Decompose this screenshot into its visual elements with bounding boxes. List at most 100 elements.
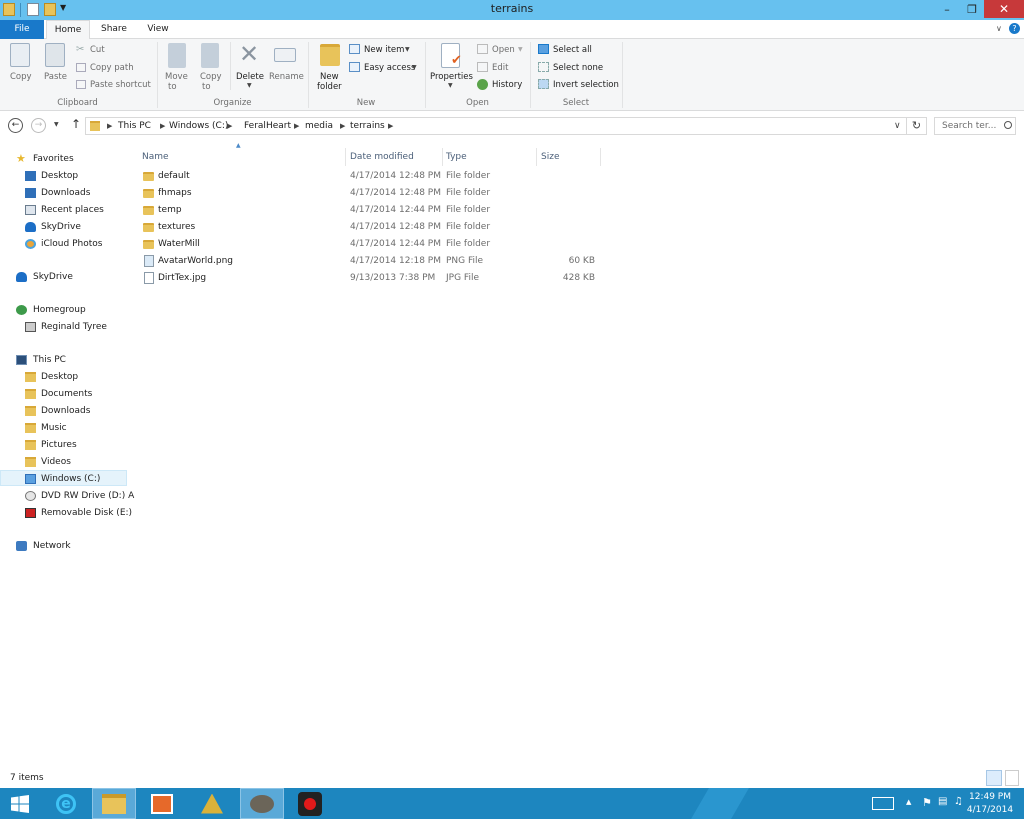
chevron-down-icon[interactable]: ∨ bbox=[894, 121, 901, 131]
breadcrumb-separator[interactable]: ▶ bbox=[227, 122, 232, 130]
file-row[interactable]: temp 4/17/2014 12:44 PM File folder bbox=[128, 202, 608, 219]
new-folder-button-line2[interactable]: folder bbox=[317, 82, 342, 92]
nav-skydrive[interactable]: SkyDrive bbox=[0, 269, 127, 285]
nav-favorites[interactable]: ★ Favorites bbox=[0, 151, 127, 167]
record-app-icon[interactable] bbox=[288, 788, 332, 819]
nav-favorites-desktop[interactable]: Desktop bbox=[0, 168, 127, 184]
breadcrumb-this-pc[interactable]: This PC bbox=[118, 121, 151, 131]
cut-button[interactable]: Cut bbox=[90, 45, 105, 55]
select-none-button[interactable]: Select none bbox=[553, 63, 603, 73]
search-icon[interactable] bbox=[1004, 121, 1012, 129]
delete-button[interactable]: Delete bbox=[236, 72, 264, 82]
network-icon[interactable]: ▤ bbox=[938, 796, 947, 807]
copy-to-button-line2[interactable]: to bbox=[202, 82, 211, 92]
volume-icon[interactable]: ♫ bbox=[954, 796, 963, 807]
chevron-down-icon[interactable]: ▼ bbox=[405, 46, 410, 53]
address-bar[interactable]: ▶ This PC ▶ Windows (C:) ▶ FeralHeart ▶ … bbox=[85, 117, 907, 135]
file-explorer-icon[interactable] bbox=[92, 788, 136, 819]
forward-button[interactable]: → bbox=[31, 118, 46, 133]
nav-homegroup-user[interactable]: Reginald Tyree bbox=[0, 319, 127, 335]
nav-pc-desktop[interactable]: Desktop bbox=[0, 369, 127, 385]
tab-view[interactable]: View bbox=[138, 20, 178, 39]
new-item-button[interactable]: New item bbox=[364, 45, 404, 55]
nav-favorites-downloads[interactable]: Downloads bbox=[0, 185, 127, 201]
open-button[interactable]: Open bbox=[492, 45, 515, 55]
chevron-down-icon[interactable]: ∨ bbox=[996, 24, 1002, 33]
file-row[interactable]: textures 4/17/2014 12:48 PM File folder bbox=[128, 219, 608, 236]
help-icon[interactable]: ? bbox=[1009, 23, 1020, 34]
invert-selection-button[interactable]: Invert selection bbox=[553, 80, 619, 90]
details-view-button[interactable] bbox=[986, 770, 1002, 786]
gimp-icon[interactable] bbox=[240, 788, 284, 819]
nav-pc-music[interactable]: Music bbox=[0, 420, 127, 436]
breadcrumb-separator[interactable]: ▶ bbox=[160, 122, 165, 130]
file-row[interactable]: AvatarWorld.png 4/17/2014 12:18 PM PNG F… bbox=[128, 253, 608, 270]
nav-this-pc[interactable]: This PC bbox=[0, 352, 127, 368]
nav-favorites-skydrive[interactable]: SkyDrive bbox=[0, 219, 127, 235]
file-row[interactable]: fhmaps 4/17/2014 12:48 PM File folder bbox=[128, 185, 608, 202]
copy-path-button[interactable]: Copy path bbox=[90, 63, 134, 73]
action-center-icon[interactable]: ⚑ bbox=[922, 796, 932, 809]
edit-button[interactable]: Edit bbox=[492, 63, 508, 73]
copy-button[interactable]: Copy bbox=[10, 72, 32, 82]
game-app-icon[interactable] bbox=[190, 788, 234, 819]
breadcrumb-separator[interactable]: ▶ bbox=[388, 122, 393, 130]
large-icons-view-button[interactable] bbox=[1005, 770, 1019, 786]
up-button[interactable]: ↑ bbox=[71, 117, 81, 131]
tab-file[interactable]: File bbox=[0, 20, 44, 39]
breadcrumb-media[interactable]: media bbox=[305, 121, 333, 131]
copy-to-button[interactable]: Copy bbox=[200, 72, 222, 82]
breadcrumb-separator[interactable]: ▶ bbox=[294, 122, 299, 130]
rename-button[interactable]: Rename bbox=[269, 72, 304, 82]
nav-pc-documents[interactable]: Documents bbox=[0, 386, 127, 402]
paste-shortcut-button[interactable]: Paste shortcut bbox=[90, 80, 151, 90]
chevron-down-icon[interactable]: ▼ bbox=[247, 82, 252, 89]
move-to-button-line2[interactable]: to bbox=[168, 82, 177, 92]
back-button[interactable]: ← bbox=[8, 118, 23, 133]
clock-date[interactable]: 4/17/2014 bbox=[966, 805, 1014, 815]
column-header-type[interactable]: Type bbox=[446, 148, 537, 166]
chevron-down-icon[interactable]: ▼ bbox=[412, 64, 417, 71]
store-icon[interactable] bbox=[140, 788, 184, 819]
breadcrumb-windows-c[interactable]: Windows (C:) bbox=[169, 121, 228, 131]
windows-start-button[interactable] bbox=[0, 788, 40, 819]
column-header-size[interactable]: Size bbox=[541, 148, 601, 166]
breadcrumb-feralheart[interactable]: FeralHeart bbox=[244, 121, 291, 131]
move-to-button[interactable]: Move bbox=[165, 72, 188, 82]
title-bar[interactable]: ▼ terrains – ❐ ✕ bbox=[0, 0, 1024, 20]
new-folder-button[interactable]: New bbox=[320, 72, 339, 82]
nav-homegroup[interactable]: Homegroup bbox=[0, 302, 127, 318]
file-row[interactable]: DirtTex.jpg 9/13/2013 7:38 PM JPG File 4… bbox=[128, 270, 608, 287]
breadcrumb-separator[interactable]: ▶ bbox=[340, 122, 345, 130]
nav-pc-removable-disk[interactable]: Removable Disk (E:) bbox=[0, 505, 132, 521]
minimize-button[interactable]: – bbox=[934, 0, 960, 18]
restore-button[interactable]: ❐ bbox=[960, 0, 984, 18]
nav-pc-dvd-drive[interactable]: DVD RW Drive (D:) A bbox=[0, 488, 134, 504]
paste-button[interactable]: Paste bbox=[44, 72, 67, 82]
clock-time[interactable]: 12:49 PM bbox=[968, 792, 1012, 802]
chevron-down-icon[interactable]: ▼ bbox=[448, 82, 453, 89]
tab-home[interactable]: Home bbox=[46, 20, 90, 40]
column-header-name[interactable]: Name bbox=[142, 148, 346, 166]
chevron-down-icon[interactable]: ▼ bbox=[518, 46, 523, 53]
select-all-button[interactable]: Select all bbox=[553, 45, 592, 55]
file-row[interactable]: WaterMill 4/17/2014 12:44 PM File folder bbox=[128, 236, 608, 253]
nav-network[interactable]: Network bbox=[0, 538, 127, 554]
keyboard-icon[interactable] bbox=[872, 797, 894, 810]
nav-pc-videos[interactable]: Videos bbox=[0, 454, 127, 470]
easy-access-button[interactable]: Easy access bbox=[364, 63, 415, 73]
breadcrumb-separator[interactable]: ▶ bbox=[107, 122, 112, 130]
history-button[interactable]: History bbox=[492, 80, 522, 90]
nav-favorites-recent-places[interactable]: Recent places bbox=[0, 202, 127, 218]
recent-locations-button[interactable]: ▼ bbox=[54, 121, 59, 128]
column-header-date[interactable]: Date modified bbox=[350, 148, 443, 166]
breadcrumb-terrains[interactable]: terrains bbox=[350, 121, 385, 131]
internet-explorer-icon[interactable]: e bbox=[44, 788, 88, 819]
properties-button[interactable]: Properties bbox=[430, 72, 473, 82]
nav-pc-pictures[interactable]: Pictures bbox=[0, 437, 127, 453]
nav-pc-downloads[interactable]: Downloads bbox=[0, 403, 127, 419]
tab-share[interactable]: Share bbox=[94, 20, 134, 39]
show-hidden-icons-icon[interactable]: ▲ bbox=[906, 798, 911, 806]
file-row[interactable]: default 4/17/2014 12:48 PM File folder bbox=[128, 168, 608, 185]
nav-favorites-icloud-photos[interactable]: iCloud Photos bbox=[0, 236, 127, 252]
